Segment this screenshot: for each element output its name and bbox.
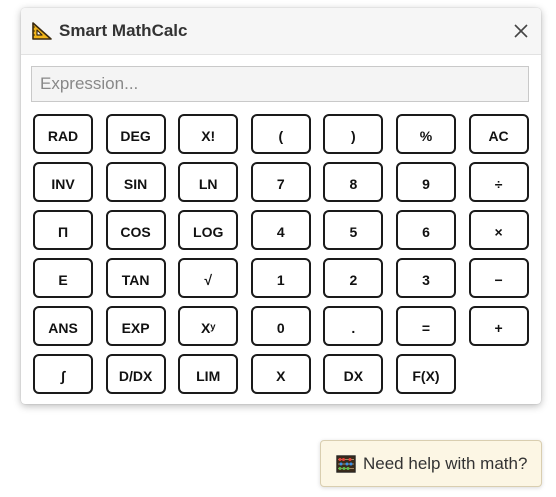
key-button[interactable]: LIM [178, 354, 239, 394]
key-button[interactable]: √ [178, 258, 239, 298]
keypad: RAD DEG X! ()% AC INV SIN LN 7 8 9 ÷ Π COS LOG 4 5 6 × E TAN… [33, 114, 529, 394]
key-button[interactable]: INV [33, 162, 93, 202]
key-button[interactable]: AC [468, 114, 529, 154]
key-button[interactable]: − [468, 258, 529, 298]
key-button[interactable]: 2 [323, 258, 384, 298]
key-button[interactable]: 6 [395, 210, 456, 250]
key-button[interactable]: 3 [395, 258, 456, 298]
key-button[interactable]: ∫ [33, 354, 93, 394]
key-button[interactable]: F(X) [395, 354, 456, 394]
key-button[interactable]: ) [323, 114, 384, 154]
key-button[interactable]: ÷ [468, 162, 529, 202]
key-button[interactable]: RAD [33, 114, 93, 154]
key-button[interactable]: + [468, 306, 529, 346]
key-button[interactable]: 7 [250, 162, 311, 202]
key-button[interactable]: D/DX [105, 354, 166, 394]
key-button[interactable]: × [468, 210, 529, 250]
key-button[interactable]: SIN [105, 162, 166, 202]
app-title: Smart MathCalc [59, 21, 188, 40]
key-button[interactable]: X [250, 354, 311, 394]
help-button[interactable]: Need help with math? [320, 440, 542, 487]
title-bar: Smart MathCalc [21, 8, 541, 55]
key-button[interactable]: ANS [33, 306, 93, 346]
key-button[interactable]: 1 [250, 258, 311, 298]
key-button[interactable]: X! [178, 114, 239, 154]
key-button[interactable]: DEG [105, 114, 166, 154]
key-button[interactable]: EXP [105, 306, 166, 346]
key-button[interactable]: . [323, 306, 384, 346]
set-square-icon [32, 22, 52, 40]
help-label: Need help with math? [363, 453, 528, 473]
key-button[interactable]: 0 [250, 306, 311, 346]
key-button[interactable]: Xʸ [178, 306, 239, 346]
key-button[interactable]: Π [33, 210, 93, 250]
key-button[interactable]: TAN [105, 258, 166, 298]
key-button[interactable]: LN [178, 162, 239, 202]
close-icon[interactable] [509, 19, 533, 43]
expression-input[interactable] [31, 66, 529, 102]
key-button[interactable]: 9 [395, 162, 456, 202]
key-button[interactable]: COS [105, 210, 166, 250]
key-button[interactable]: DX [323, 354, 384, 394]
key-button[interactable]: 4 [250, 210, 311, 250]
key-button[interactable]: ( [250, 114, 311, 154]
key-button[interactable]: 5 [323, 210, 384, 250]
key-button[interactable]: % [395, 114, 456, 154]
calculator-window: Smart MathCalc RAD DEG X! ()% AC INV SIN LN 789 ÷… [21, 8, 541, 404]
key-button[interactable]: E [33, 258, 93, 298]
key-button[interactable]: LOG [178, 210, 239, 250]
key-button[interactable]: 8 [323, 162, 384, 202]
key-button[interactable]: = [395, 306, 456, 346]
abacus-icon [336, 454, 356, 473]
